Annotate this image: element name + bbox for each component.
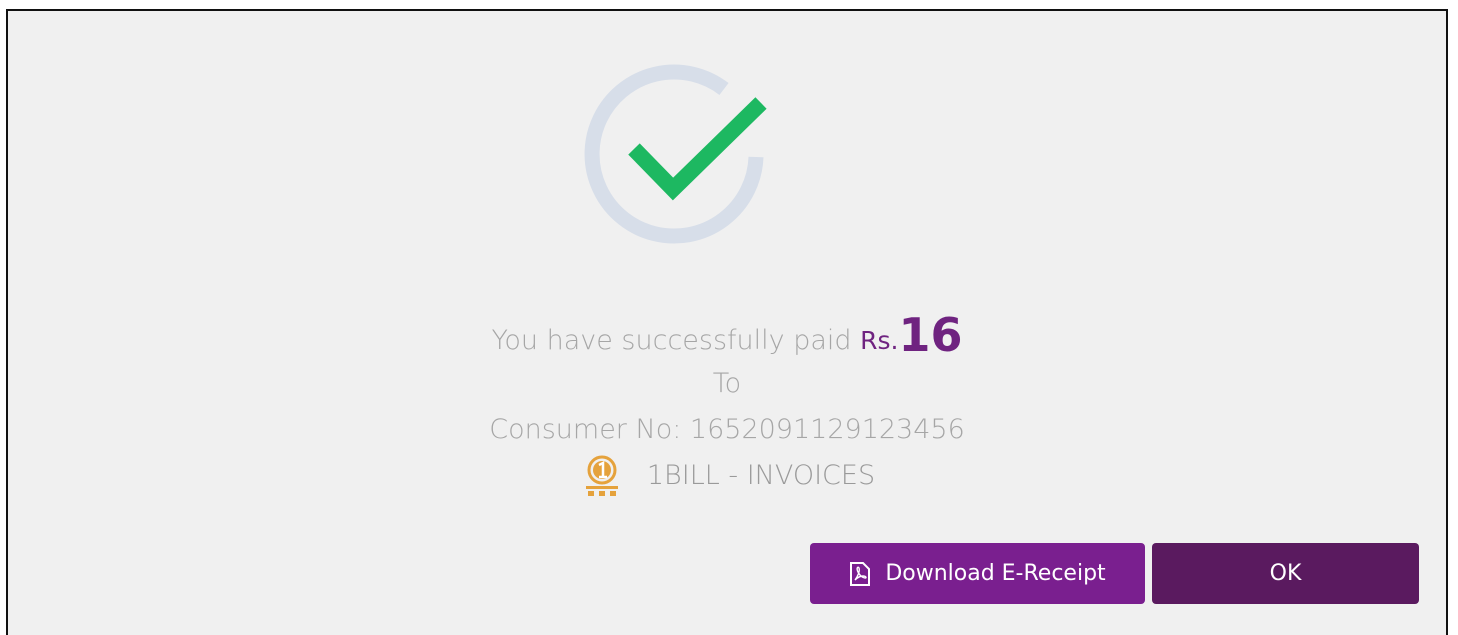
1bill-logo-icon xyxy=(585,455,618,496)
download-receipt-button[interactable]: Download E-Receipt xyxy=(810,543,1145,604)
pdf-file-icon xyxy=(850,561,871,586)
biller-name: 1BILL - INVOICES xyxy=(646,460,876,491)
consumer-line: Consumer No: 1652091129123456 xyxy=(8,407,1446,453)
to-line: To xyxy=(712,368,742,399)
biller: 1BILL - INVOICES xyxy=(579,453,875,499)
ok-label: OK xyxy=(1269,561,1302,586)
success-check-icon xyxy=(584,64,767,244)
consumer-number: 1652091129123456 xyxy=(689,414,965,445)
currency-label: Rs. xyxy=(860,326,899,355)
paid-line: You have successfully paid Rs.16 xyxy=(8,309,1446,361)
payment-success-dialog: You have successfully paid Rs.16 To Cons… xyxy=(6,9,1448,635)
payment-message: You have successfully paid Rs.16 To Cons… xyxy=(8,309,1446,499)
paid-prefix: You have successfully paid xyxy=(491,325,852,356)
dialog-actions: Download E-Receipt OK xyxy=(810,543,1419,604)
biller-line: 1BILL - INVOICES xyxy=(8,453,1446,499)
consumer-label: Consumer No: xyxy=(489,414,682,445)
success-ring xyxy=(584,64,764,244)
ok-button[interactable]: OK xyxy=(1152,543,1419,604)
success-checkmark xyxy=(628,97,767,201)
paid-amount: 16 xyxy=(898,308,963,362)
download-receipt-label: Download E-Receipt xyxy=(885,561,1106,586)
